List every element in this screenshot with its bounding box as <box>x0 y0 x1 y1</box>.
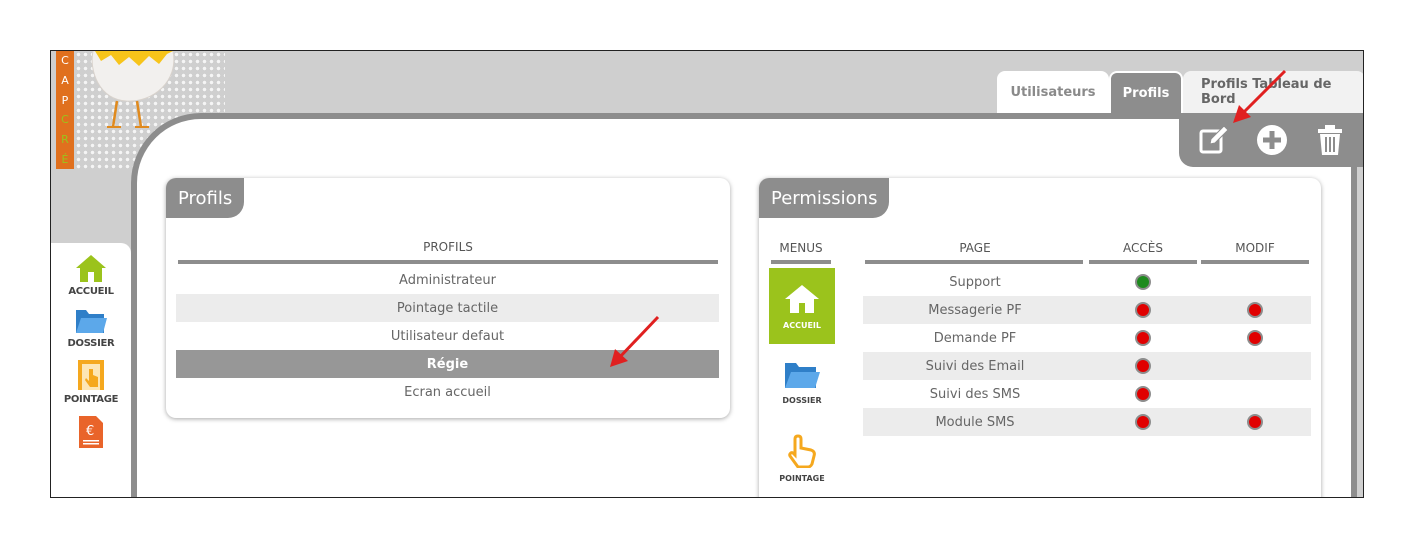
permission-page-label: Demande PF <box>933 330 1017 346</box>
sidebar-item-label: DOSSIER <box>67 338 115 349</box>
profils-panel: Profils PROFILS Administrateur Pointage … <box>166 178 730 418</box>
acces-cell <box>1087 330 1199 346</box>
permission-page-label: Support <box>949 274 1001 290</box>
modif-status-toggle[interactable] <box>1247 302 1263 318</box>
svg-text:€: € <box>86 424 94 439</box>
acces-cell <box>1087 274 1199 290</box>
edit-button[interactable] <box>1197 123 1231 157</box>
permission-page-label: Suivi des Email <box>925 358 1025 374</box>
plus-circle-icon <box>1257 125 1287 155</box>
permission-page-label: Messagerie PF <box>928 302 1022 318</box>
permission-row: Support <box>863 268 1311 296</box>
sidebar-item-label: POINTAGE <box>63 394 119 405</box>
folder-icon <box>76 310 107 333</box>
acces-cell <box>1087 302 1199 318</box>
profil-row-pointage-tactile[interactable]: Pointage tactile <box>176 294 719 322</box>
profils-column-header: PROFILS <box>423 240 473 254</box>
add-button[interactable] <box>1255 123 1289 157</box>
profils-list: Administrateur Pointage tactile Utilisat… <box>176 266 719 406</box>
scrollbar[interactable] <box>1351 167 1357 497</box>
delete-button[interactable] <box>1313 123 1347 157</box>
logo-letter: C <box>61 113 69 127</box>
acces-status-toggle[interactable] <box>1135 386 1151 402</box>
acces-status-toggle[interactable] <box>1135 274 1151 290</box>
sidebar-item-facture[interactable]: € <box>51 415 131 449</box>
sidebar: ACCUEIL DOSSIER POINTAGE € <box>51 243 131 497</box>
home-icon <box>785 284 819 313</box>
permission-page-label: Module SMS <box>935 414 1015 430</box>
modif-cell <box>1199 302 1311 318</box>
tab-profils[interactable]: Profils <box>1109 71 1183 113</box>
header-divider <box>771 260 831 264</box>
header-divider <box>865 260 1083 264</box>
menu-tile-label: POINTAGE <box>779 473 825 483</box>
permission-page-label: Suivi des SMS <box>929 386 1021 402</box>
home-icon <box>76 255 106 282</box>
app-window: C A P C R É Utilisateurs Profils Profils… <box>50 50 1364 498</box>
menu-tile-pointage[interactable]: POINTAGE <box>769 420 835 496</box>
profils-panel-title: Profils <box>166 178 245 218</box>
menu-tile-dossier[interactable]: DOSSIER <box>769 344 835 420</box>
profil-row-utilisateur-defaut[interactable]: Utilisateur defaut <box>176 322 719 350</box>
menus-column-header: MENUS <box>779 241 823 255</box>
permission-row: Module SMS <box>863 408 1311 436</box>
modif-status-toggle[interactable] <box>1247 330 1263 346</box>
acces-cell <box>1087 414 1199 430</box>
permissions-panel: Permissions MENUS ACCUEIL DOSSIER POINTA… <box>759 178 1321 497</box>
sidebar-item-accueil[interactable]: ACCUEIL <box>51 253 131 297</box>
profil-row-ecran-accueil[interactable]: Ecran accueil <box>176 378 719 406</box>
invoice-euro-icon: € <box>79 416 103 448</box>
trash-icon <box>1318 125 1342 155</box>
folder-icon <box>785 362 820 388</box>
header-divider <box>1201 260 1309 264</box>
logo-letter: R <box>61 132 69 146</box>
permissions-panel-title: Permissions <box>759 178 890 218</box>
sidebar-item-pointage[interactable]: POINTAGE <box>51 359 131 405</box>
page-column-header: PAGE <box>959 241 991 255</box>
pointer-hand-icon <box>788 433 816 468</box>
sidebar-item-dossier[interactable]: DOSSIER <box>51 307 131 349</box>
acces-status-toggle[interactable] <box>1135 330 1151 346</box>
permission-row: Suivi des Email <box>863 352 1311 380</box>
tab-bar: Utilisateurs Profils Profils Tableau de … <box>997 71 1363 113</box>
modif-column-header: MODIF <box>1235 241 1275 255</box>
acces-cell <box>1087 358 1199 374</box>
menus-list: ACCUEIL DOSSIER POINTAGE <box>769 268 835 496</box>
header-divider <box>178 260 718 264</box>
menu-tile-label: DOSSIER <box>782 395 822 405</box>
acces-cell <box>1087 386 1199 402</box>
logo-letter: P <box>61 93 69 107</box>
action-toolbar <box>1179 113 1363 167</box>
acces-status-toggle[interactable] <box>1135 358 1151 374</box>
acces-column-header: ACCÈS <box>1123 241 1163 255</box>
logo-letter: É <box>61 152 69 166</box>
tab-profils-tableau-de-bord[interactable]: Profils Tableau de Bord <box>1183 71 1363 113</box>
logo-letter: A <box>61 73 69 87</box>
modif-cell <box>1199 330 1311 346</box>
menu-tile-label: ACCUEIL <box>783 320 821 330</box>
header-divider <box>1089 260 1197 264</box>
tab-utilisateurs[interactable]: Utilisateurs <box>997 71 1109 113</box>
profil-row-administrateur[interactable]: Administrateur <box>176 266 719 294</box>
modif-cell <box>1199 414 1311 430</box>
acces-status-toggle[interactable] <box>1135 302 1151 318</box>
modif-status-toggle[interactable] <box>1247 414 1263 430</box>
profil-row-regie[interactable]: Régie <box>176 350 719 378</box>
permissions-table: Support Messagerie PF Demande PF Suivi des … <box>863 268 1311 436</box>
edit-icon <box>1199 125 1229 154</box>
permission-row: Messagerie PF <box>863 296 1311 324</box>
acces-status-toggle[interactable] <box>1135 414 1151 430</box>
logo-letter: C <box>61 54 69 68</box>
sidebar-item-label: ACCUEIL <box>68 286 114 297</box>
menu-tile-accueil[interactable]: ACCUEIL <box>769 268 835 344</box>
permission-row: Demande PF <box>863 324 1311 352</box>
pointage-icon <box>78 360 104 390</box>
capcre-logo: C A P C R É <box>56 51 74 169</box>
permission-row: Suivi des SMS <box>863 380 1311 408</box>
